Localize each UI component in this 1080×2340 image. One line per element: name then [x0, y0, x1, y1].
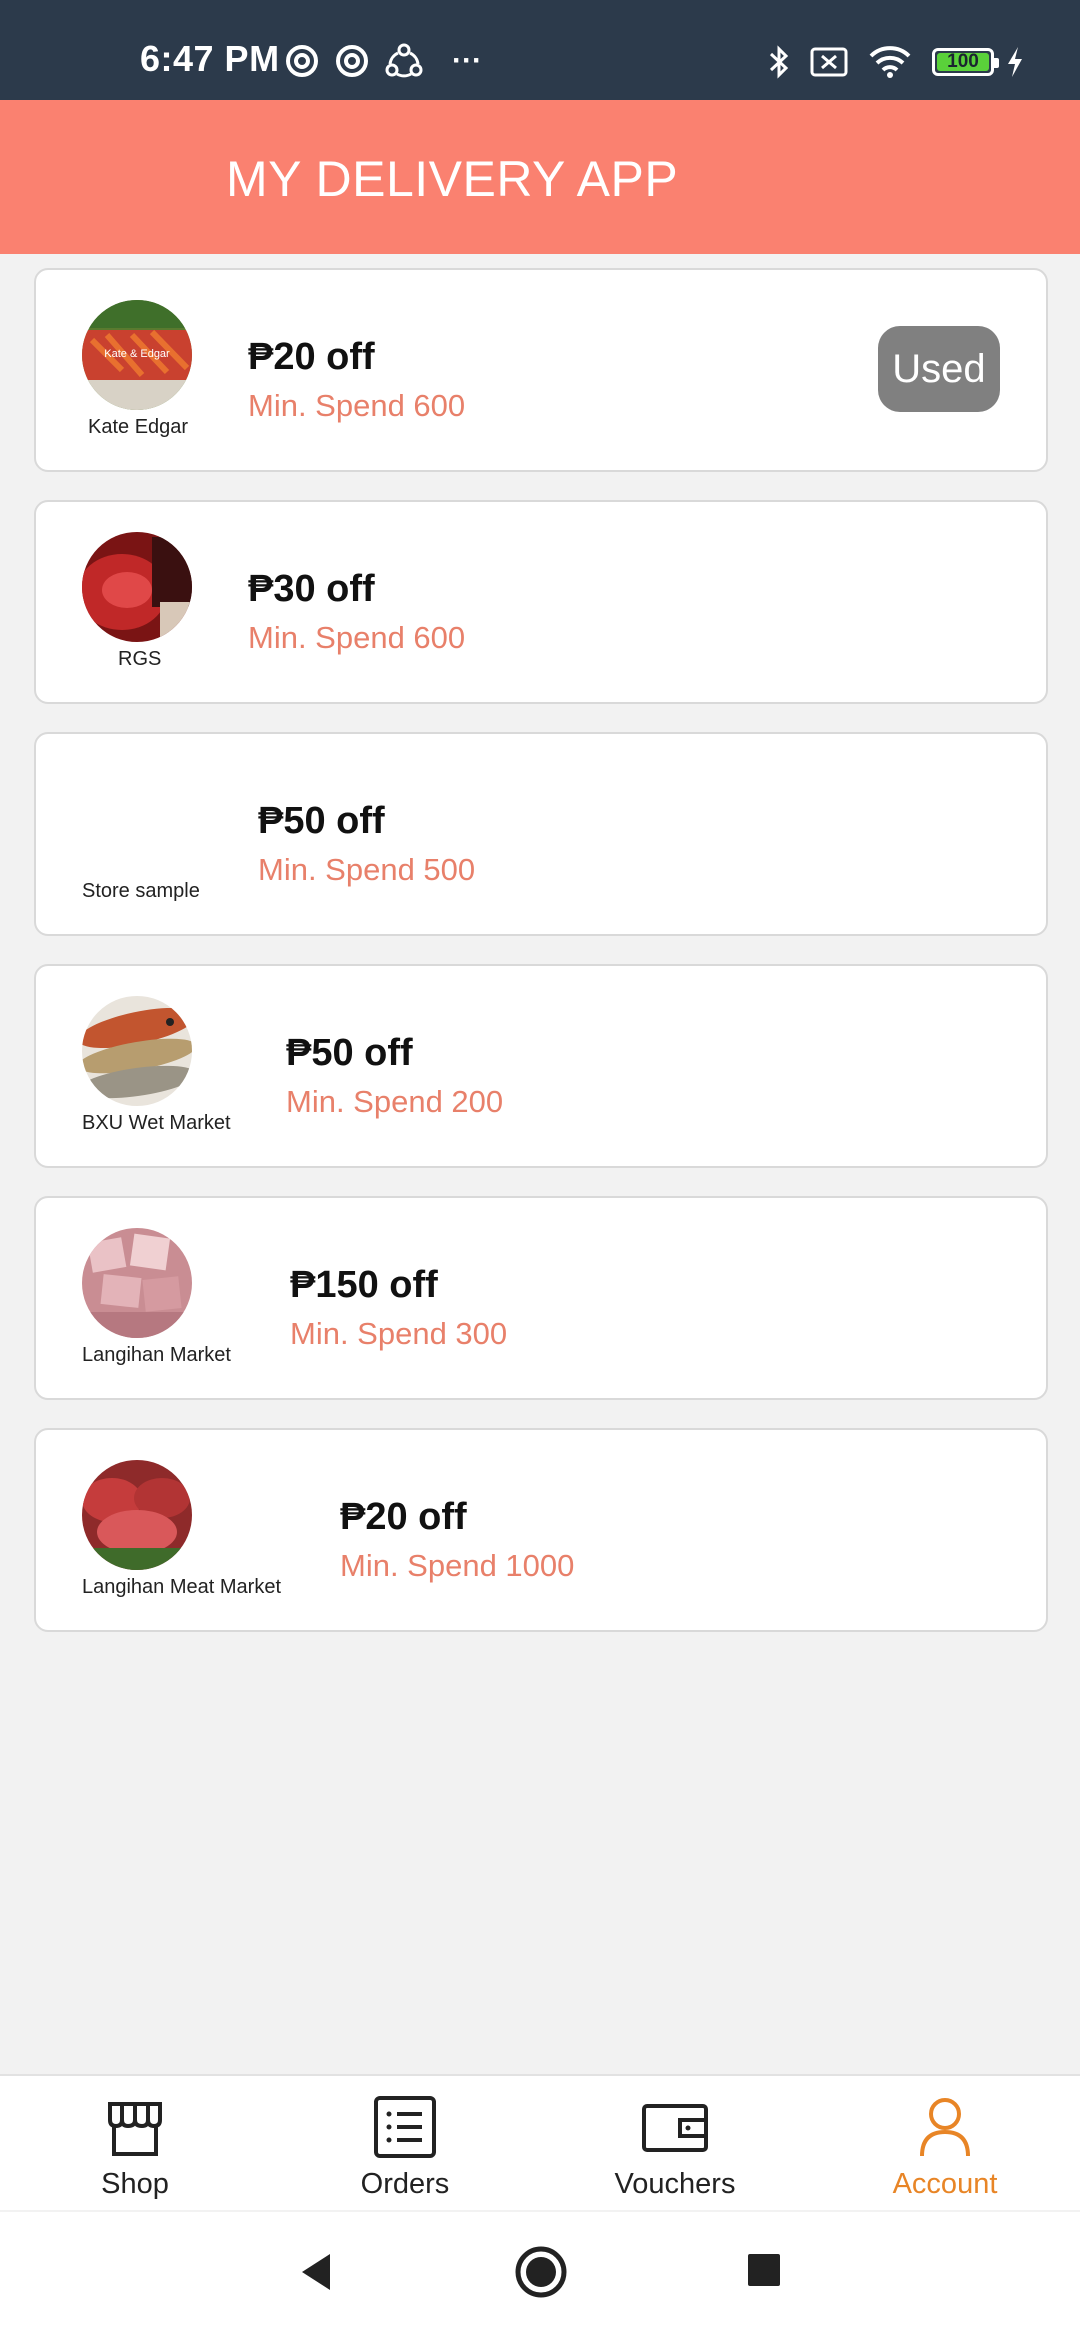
store-logo-langihan-meat-market [82, 1460, 192, 1570]
voucher-card[interactable]: Langihan Market ₱150 off Min. Spend 300 [34, 1196, 1048, 1400]
voucher-discount: ₱50 off [258, 800, 385, 842]
store-logo-kate-edgar: Kate & Edgar [82, 300, 192, 410]
nav-label: Account [892, 2168, 998, 2200]
voucher-min-spend: Min. Spend 600 [248, 388, 466, 423]
voucher-list: Kate & Edgar Kate Edgar ₱20 off Min. Spe… [34, 268, 1048, 1660]
store-name: RGS [118, 648, 162, 670]
nav-label: Vouchers [614, 2168, 736, 2200]
voucher-discount: ₱20 off [340, 1496, 467, 1538]
voucher-discount: ₱150 off [290, 1264, 438, 1306]
wallet-icon [642, 2104, 708, 2152]
used-badge: Used [878, 326, 1000, 412]
voucher-discount: ₱30 off [248, 568, 375, 610]
voucher-card[interactable]: RGS ₱30 off Min. Spend 600 [34, 500, 1048, 704]
shop-icon [108, 2102, 162, 2156]
voucher-card[interactable]: BXU Wet Market ₱50 off Min. Spend 200 [34, 964, 1048, 1168]
voucher-min-spend: Min. Spend 300 [290, 1316, 508, 1351]
voucher-card[interactable]: Store sample ₱50 off Min. Spend 500 [34, 732, 1048, 936]
nav-item-account[interactable]: Account [810, 2076, 1080, 2210]
nav-item-vouchers[interactable]: Vouchers [540, 2076, 810, 2210]
at-sign-icon [286, 45, 318, 77]
app-title: MY DELIVERY APP [226, 151, 679, 207]
nav-label: Orders [360, 2168, 450, 2200]
battery-icon: 100 [932, 48, 999, 76]
voucher-card[interactable]: Kate & Edgar Kate Edgar ₱20 off Min. Spe… [34, 268, 1048, 472]
voucher-min-spend: Min. Spend 500 [258, 852, 476, 887]
nav-label: Shop [101, 2168, 169, 2200]
nav-item-shop[interactable]: Shop [0, 2076, 270, 2210]
bluetooth-icon [769, 45, 789, 79]
store-logo-bxu-wet-market [82, 996, 192, 1106]
more-notifications-icon: ··· [452, 44, 482, 77]
voucher-discount: ₱50 off [286, 1032, 413, 1074]
wifi-icon [869, 46, 911, 78]
account-icon [920, 2098, 970, 2157]
store-logo-langihan-market [82, 1228, 192, 1338]
store-name: BXU Wet Market [82, 1112, 231, 1134]
battery-percent: 100 [947, 51, 979, 72]
voucher-min-spend: Min. Spend 600 [248, 620, 466, 655]
store-logo-rgs [82, 532, 192, 642]
store-name: Langihan Meat Market [82, 1576, 282, 1598]
share-icon [385, 43, 423, 78]
home-icon[interactable] [514, 2245, 568, 2299]
app-header: MY DELIVERY APP [0, 100, 1080, 254]
status-time: 6:47 PM [140, 38, 280, 79]
at-sign-icon [336, 45, 368, 77]
voucher-discount: ₱20 off [248, 336, 375, 378]
store-name: Langihan Market [82, 1344, 231, 1366]
voucher-card[interactable]: Langihan Meat Market ₱20 off Min. Spend … [34, 1428, 1048, 1632]
no-sim-icon [810, 47, 848, 77]
back-icon[interactable] [296, 2250, 336, 2294]
store-name: Store sample [82, 880, 200, 902]
bottom-nav: Shop Orders Vouchers Account [0, 2074, 1080, 2210]
voucher-min-spend: Min. Spend 200 [286, 1084, 504, 1119]
voucher-min-spend: Min. Spend 1000 [340, 1548, 575, 1583]
orders-icon [374, 2096, 436, 2158]
charging-icon [1008, 47, 1022, 77]
store-logo-text: Kate & Edgar [104, 348, 170, 360]
store-name: Kate Edgar [88, 416, 189, 438]
recents-icon[interactable] [746, 2252, 782, 2288]
system-nav-bar [0, 2212, 1080, 2340]
nav-item-orders[interactable]: Orders [270, 2076, 540, 2210]
status-bar: 6:47 PM ··· 100 [0, 0, 1080, 100]
